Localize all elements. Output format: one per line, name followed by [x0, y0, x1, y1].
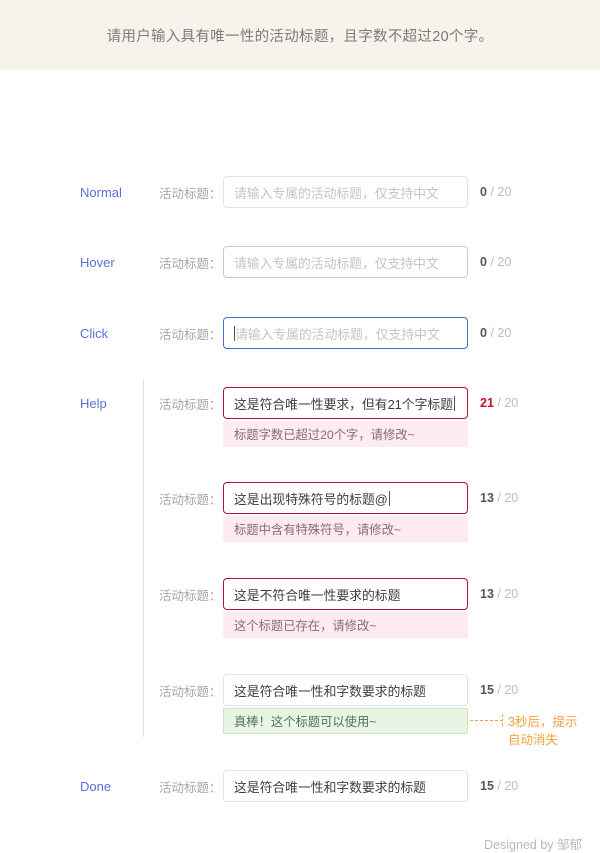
char-count: 0	[480, 185, 487, 199]
text-cursor	[388, 490, 390, 506]
title-input-done[interactable]: 这是符合唯一性和字数要求的标题	[223, 770, 468, 802]
field-label: 活动标题：	[159, 588, 222, 603]
error-message-duplicate: 这个标题已存在，请修改~	[223, 612, 468, 638]
input-value: 这是符合唯一性要求，但有21个字标题	[234, 396, 453, 412]
char-counter-duplicate: 13 / 20	[480, 587, 518, 601]
state-label-hover: Hover	[80, 254, 115, 270]
char-count: 21	[480, 396, 494, 410]
annotation-text: 3秒后，提示 自动消失	[508, 713, 598, 749]
char-limit: / 20	[497, 491, 519, 505]
char-limit: / 20	[490, 185, 512, 199]
annotation-line-1: 3秒后，提示	[508, 715, 578, 729]
title-input-success[interactable]: 这是符合唯一性和字数要求的标题	[223, 674, 468, 706]
state-label-normal: Normal	[80, 184, 122, 200]
char-count: 0	[480, 255, 487, 269]
state-label-help: Help	[80, 395, 107, 411]
footer-credit: Designed by 邹郁	[484, 838, 582, 852]
title-input-specialchar[interactable]: 这是出现特殊符号的标题@	[223, 482, 468, 514]
field-label: 活动标题：	[159, 397, 222, 412]
input-value: 这是符合唯一性和字数要求的标题	[234, 683, 426, 699]
success-message: 真棒！这个标题可以使用~	[223, 708, 468, 734]
field-label: 活动标题：	[159, 327, 222, 342]
error-message-specialchar: 标题中含有特殊符号，请修改~	[223, 516, 468, 542]
char-limit: / 20	[490, 255, 512, 269]
char-counter-hover: 0 / 20	[480, 255, 511, 269]
char-limit: / 20	[497, 587, 519, 601]
text-cursor	[453, 395, 455, 411]
char-counter-specialchar: 13 / 20	[480, 491, 518, 505]
title-input-hover[interactable]: 请输入专属的活动标题，仅支持中文	[223, 246, 468, 278]
row-normal: Normal 活动标题： 请输入专属的活动标题，仅支持中文 0 / 20	[0, 175, 600, 209]
field-label: 活动标题：	[159, 780, 222, 795]
char-count: 13	[480, 587, 494, 601]
input-placeholder: 请输入专属的活动标题，仅支持中文	[234, 255, 439, 271]
header-band: 请用户输入具有唯一性的活动标题，且字数不超过20个字。	[0, 0, 600, 70]
title-input-overlength[interactable]: 这是符合唯一性要求，但有21个字标题	[223, 387, 468, 419]
char-counter-done: 15 / 20	[480, 779, 518, 793]
char-limit: / 20	[497, 396, 519, 410]
char-count: 13	[480, 491, 494, 505]
row-special-char: 活动标题： 这是出现特殊符号的标题@ 13 / 20	[0, 481, 600, 515]
char-counter-normal: 0 / 20	[480, 185, 511, 199]
annotation-leader-line	[470, 720, 503, 721]
page-title: 请用户输入具有唯一性的活动标题，且字数不超过20个字。	[106, 28, 494, 45]
state-label-done: Done	[80, 778, 112, 794]
char-counter-click: 0 / 20	[480, 326, 511, 340]
char-limit: / 20	[497, 683, 519, 697]
error-message-overlength: 标题字数已超过20个字，请修改~	[223, 421, 468, 447]
field-label: 活动标题：	[159, 186, 222, 201]
char-limit: / 20	[497, 779, 519, 793]
field-label: 活动标题：	[159, 256, 222, 271]
char-count: 15	[480, 779, 494, 793]
row-help-overlength: Help 活动标题： 这是符合唯一性要求，但有21个字标题 21 / 20	[0, 386, 600, 420]
input-value: 这是不符合唯一性要求的标题	[234, 587, 401, 603]
char-count: 15	[480, 683, 494, 697]
title-input-click[interactable]: 请输入专属的活动标题，仅支持中文	[223, 317, 468, 349]
row-success: 活动标题： 这是符合唯一性和字数要求的标题 15 / 20	[0, 673, 600, 707]
input-value: 这是出现特殊符号的标题@	[234, 491, 388, 507]
char-counter-success: 15 / 20	[480, 683, 518, 697]
char-count: 0	[480, 326, 487, 340]
row-duplicate: 活动标题： 这是不符合唯一性要求的标题 13 / 20	[0, 577, 600, 611]
row-click: Click 活动标题： 请输入专属的活动标题，仅支持中文 0 / 20	[0, 316, 600, 350]
field-label: 活动标题：	[159, 684, 222, 699]
input-placeholder: 请输入专属的活动标题，仅支持中文	[235, 326, 440, 342]
title-input-normal[interactable]: 请输入专属的活动标题，仅支持中文	[223, 176, 468, 208]
input-placeholder: 请输入专属的活动标题，仅支持中文	[234, 185, 439, 201]
field-label: 活动标题：	[159, 492, 222, 507]
annotation-line-2: 自动消失	[508, 733, 559, 747]
state-label-click: Click	[80, 325, 109, 341]
annotation-leader-tick	[502, 714, 503, 726]
title-input-duplicate[interactable]: 这是不符合唯一性要求的标题	[223, 578, 468, 610]
char-counter-overlength: 21 / 20	[480, 396, 518, 410]
input-value: 这是符合唯一性和字数要求的标题	[234, 779, 426, 795]
row-done: Done 活动标题： 这是符合唯一性和字数要求的标题 15 / 20	[0, 769, 600, 803]
row-hover: Hover 活动标题： 请输入专属的活动标题，仅支持中文 0 / 20	[0, 245, 600, 279]
char-limit: / 20	[490, 326, 512, 340]
